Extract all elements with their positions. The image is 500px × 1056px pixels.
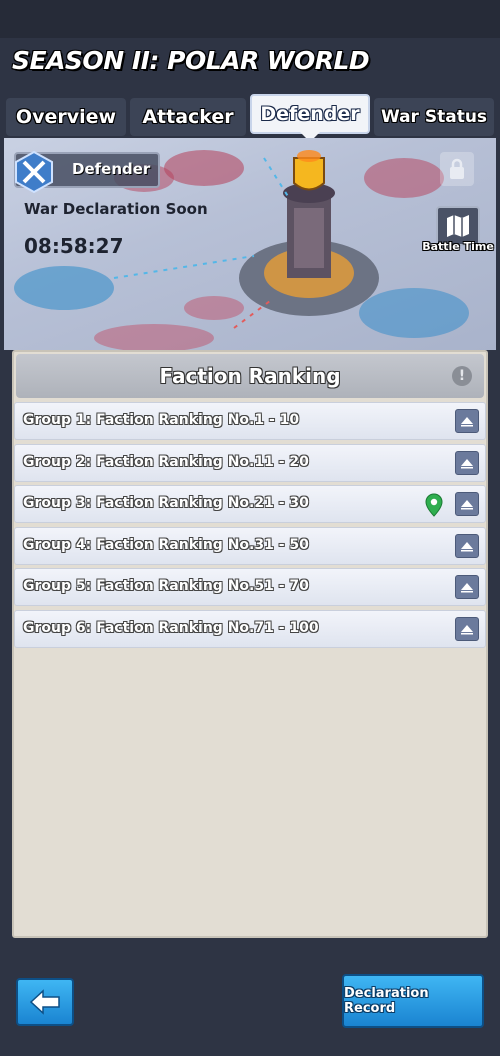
group-label: Group 1: Faction Ranking No.1 - 10 xyxy=(23,412,300,428)
group-row-2[interactable]: Group 2: Faction Ranking No.11 - 20 xyxy=(14,443,486,482)
chevron-up-icon xyxy=(461,458,473,468)
footer-bar: Declaration Record xyxy=(0,946,500,1056)
group-label: Group 5: Faction Ranking No.51 - 70 xyxy=(23,578,309,594)
war-status-text: War Declaration Soon xyxy=(24,200,208,218)
crossed-swords-icon xyxy=(15,150,53,194)
declaration-record-button[interactable]: Declaration Record xyxy=(342,974,484,1028)
group-label: Group 2: Faction Ranking No.11 - 20 xyxy=(23,453,309,470)
group-list: Group 1: Faction Ranking No.1 - 10 Group… xyxy=(14,402,486,651)
back-button[interactable] xyxy=(16,978,74,1026)
battle-time-label: Battle Time xyxy=(422,240,494,253)
status-bar xyxy=(0,0,500,38)
map-icon xyxy=(447,215,469,237)
chevron-up-icon xyxy=(461,583,473,593)
chevron-up-icon xyxy=(461,500,473,510)
chevron-up-icon xyxy=(461,417,473,427)
expand-button[interactable] xyxy=(455,616,479,641)
countdown-timer: 08:58:27 xyxy=(24,234,124,258)
tab-defender-label: Defender xyxy=(260,103,360,125)
info-icon[interactable]: ! xyxy=(452,366,472,386)
battle-map-banner: Defender War Declaration Soon 08:58:27 B… xyxy=(4,138,496,350)
location-pin-icon xyxy=(425,493,443,517)
group-row-6[interactable]: Group 6: Faction Ranking No.71 - 100 xyxy=(14,609,486,648)
chevron-up-icon xyxy=(461,624,473,634)
chevron-up-icon xyxy=(461,541,473,551)
group-row-1[interactable]: Group 1: Faction Ranking No.1 - 10 xyxy=(14,402,486,440)
role-badge: Defender xyxy=(14,150,160,194)
group-label: Group 4: Faction Ranking No.31 - 50 xyxy=(23,536,309,553)
group-row-5[interactable]: Group 5: Faction Ranking No.51 - 70 xyxy=(14,568,486,606)
tab-war-status[interactable]: War Status xyxy=(374,98,494,136)
tab-attacker[interactable]: Attacker xyxy=(130,98,246,136)
expand-button[interactable] xyxy=(455,492,479,516)
tab-overview[interactable]: Overview xyxy=(6,98,126,136)
panel-title: Faction Ranking xyxy=(159,364,341,388)
tab-defender[interactable]: Defender xyxy=(250,94,370,142)
page-title: SEASON II: POLAR WORLD xyxy=(12,46,370,75)
lock-icon xyxy=(450,158,464,179)
group-row-3[interactable]: Group 3: Faction Ranking No.21 - 30 xyxy=(14,485,486,523)
group-label: Group 6: Faction Ranking No.71 - 100 xyxy=(23,619,319,636)
panel-header: Faction Ranking ! xyxy=(16,354,484,398)
expand-button[interactable] xyxy=(455,533,479,558)
role-label: Defender xyxy=(72,160,151,178)
expand-button[interactable] xyxy=(455,409,479,433)
expand-button[interactable] xyxy=(455,450,479,475)
back-arrow-icon xyxy=(29,989,60,1015)
expand-button[interactable] xyxy=(455,575,479,599)
faction-ranking-panel: Faction Ranking ! Group 1: Faction Ranki… xyxy=(12,350,488,938)
declaration-record-label: Declaration Record xyxy=(344,986,429,1016)
group-row-4[interactable]: Group 4: Faction Ranking No.31 - 50 xyxy=(14,526,486,565)
group-label: Group 3: Faction Ranking No.21 - 30 xyxy=(23,495,309,511)
lock-button[interactable] xyxy=(440,152,474,186)
tab-bar: Overview Attacker Defender War Status xyxy=(0,94,500,142)
